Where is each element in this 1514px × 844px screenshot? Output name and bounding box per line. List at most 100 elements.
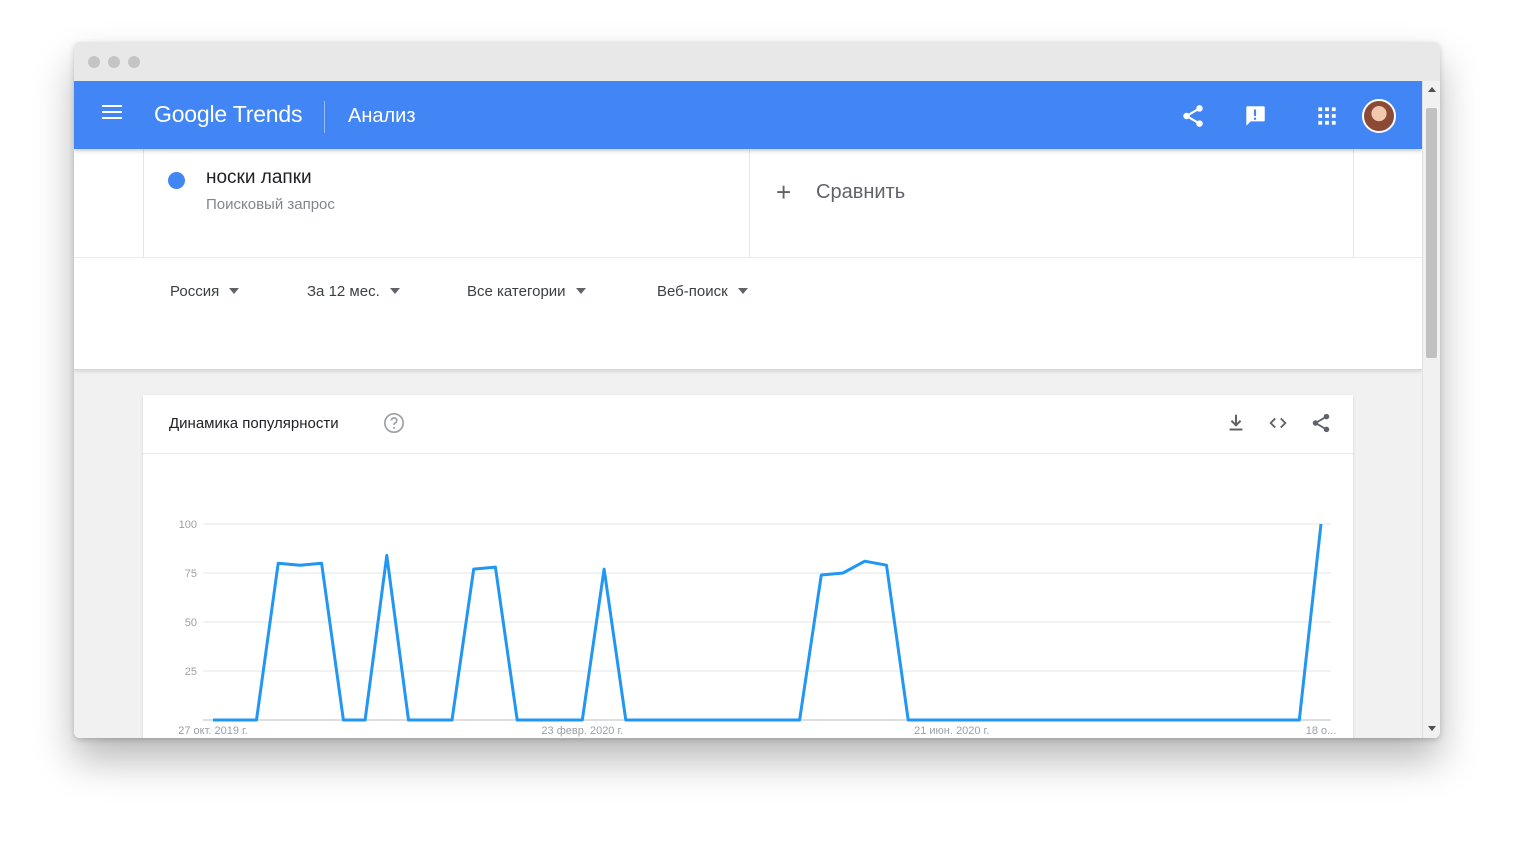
data-point [647, 719, 648, 720]
feedback-icon[interactable] [1242, 103, 1268, 129]
x-tick-label: 21 июн. 2020 г. [914, 725, 989, 737]
data-point [1125, 719, 1126, 720]
data-point [1060, 719, 1061, 720]
apps-icon[interactable] [1314, 103, 1340, 129]
filter-search-type[interactable]: Веб-поиск [657, 283, 748, 300]
data-point [1190, 719, 1191, 720]
term-color-dot [168, 172, 185, 189]
y-tick-label: 25 [185, 666, 197, 678]
dropdown-caret-icon [389, 288, 400, 295]
data-point [908, 719, 909, 720]
filter-period[interactable]: За 12 мес. [307, 283, 400, 300]
data-point [603, 568, 604, 569]
scroll-down-arrow-icon[interactable] [1428, 726, 1436, 731]
data-point [669, 719, 670, 720]
data-point [1081, 719, 1082, 720]
x-tick-label: 27 окт. 2019 г. [178, 725, 248, 737]
x-tick-label: 18 о... [1306, 725, 1337, 737]
data-point [1103, 719, 1104, 720]
avatar[interactable] [1362, 99, 1396, 133]
data-point [234, 719, 235, 720]
data-point [777, 719, 778, 720]
filter-category[interactable]: Все категории [467, 283, 586, 300]
data-point [386, 555, 387, 556]
search-term-card[interactable]: носки лапки Поисковый запрос [143, 149, 750, 257]
share-icon[interactable] [1310, 412, 1332, 434]
data-point [321, 563, 322, 564]
vertical-scrollbar[interactable] [1422, 81, 1440, 738]
header-divider [324, 101, 325, 133]
x-tick-label: 23 февр. 2020 г. [541, 725, 623, 737]
data-point [1320, 523, 1321, 524]
dropdown-caret-icon [737, 288, 748, 295]
filter-search-type-label: Веб-поиск [657, 283, 728, 300]
help-icon[interactable] [383, 412, 405, 434]
search-term-name: носки лапки [206, 167, 312, 188]
data-point [451, 719, 452, 720]
y-tick-label: 100 [179, 519, 197, 531]
filter-period-label: За 12 мес. [307, 283, 380, 300]
scroll-up-arrow-icon[interactable] [1428, 87, 1436, 92]
data-point [538, 719, 539, 720]
dropdown-caret-icon [229, 288, 240, 295]
data-point [799, 719, 800, 720]
data-point [1212, 719, 1213, 720]
google-trends-logo[interactable]: Google Trends [154, 101, 302, 128]
share-icon[interactable] [1180, 103, 1206, 129]
data-point [582, 719, 583, 720]
chart-title: Динамика популярности [169, 415, 339, 432]
filters-row: Россия За 12 мес. Все категории Веб-поис… [74, 257, 1422, 328]
y-tick-label: 50 [185, 617, 197, 629]
data-point [495, 567, 496, 568]
data-point [886, 565, 887, 566]
window-zoom-dot[interactable] [128, 56, 140, 68]
data-point [1168, 719, 1169, 720]
data-point [973, 719, 974, 720]
data-point [842, 572, 843, 573]
compare-label: Сравнить [816, 181, 906, 203]
data-point [625, 719, 626, 720]
data-point [1255, 719, 1256, 720]
filter-region-label: Россия [170, 283, 220, 300]
scrollbar-thumb[interactable] [1426, 108, 1437, 358]
page-viewport: Google Trends Анализ носки лапки Поисков… [74, 81, 1422, 738]
page-title: Анализ [348, 105, 416, 127]
app-header: Google Trends Анализ [74, 81, 1422, 149]
chart-header: Динамика популярности [143, 395, 1353, 454]
line-chart: 25 50 75 100 27 окт. 2019 г. 23 февр. 2020 г.… [178, 519, 1337, 737]
window-close-dot[interactable] [88, 56, 100, 68]
window-titlebar [74, 42, 1440, 82]
data-point [560, 719, 561, 720]
data-point [864, 561, 865, 562]
search-panel: носки лапки Поисковый запрос + Сравнить … [74, 149, 1422, 370]
data-point [1147, 719, 1148, 720]
browser-window: Google Trends Анализ носки лапки Поисков… [74, 42, 1440, 738]
data-point [1233, 719, 1234, 720]
data-point [1277, 719, 1278, 720]
data-point [517, 719, 518, 720]
data-point [364, 719, 365, 720]
menu-icon[interactable] [102, 105, 122, 125]
search-term-type: Поисковый запрос [206, 196, 335, 213]
compare-button[interactable]: + Сравнить [748, 149, 1354, 257]
window-minimize-dot[interactable] [108, 56, 120, 68]
data-point [278, 563, 279, 564]
data-point [473, 568, 474, 569]
data-point [408, 719, 409, 720]
data-point [734, 719, 735, 720]
data-point [343, 719, 344, 720]
filter-region[interactable]: Россия [170, 283, 240, 300]
y-tick-label: 75 [185, 568, 197, 580]
embed-icon[interactable] [1267, 412, 1289, 434]
interest-over-time-card: Динамика популярности 25 50 75 100 27 ок… [143, 395, 1353, 738]
dropdown-caret-icon [575, 288, 586, 295]
data-point [212, 719, 213, 720]
filter-category-label: Все категории [467, 283, 566, 300]
data-point [690, 719, 691, 720]
data-point [929, 719, 930, 720]
download-icon[interactable] [1225, 412, 1247, 434]
add-icon: + [776, 177, 792, 207]
data-point [821, 574, 822, 575]
data-point [256, 719, 257, 720]
data-point [1038, 719, 1039, 720]
